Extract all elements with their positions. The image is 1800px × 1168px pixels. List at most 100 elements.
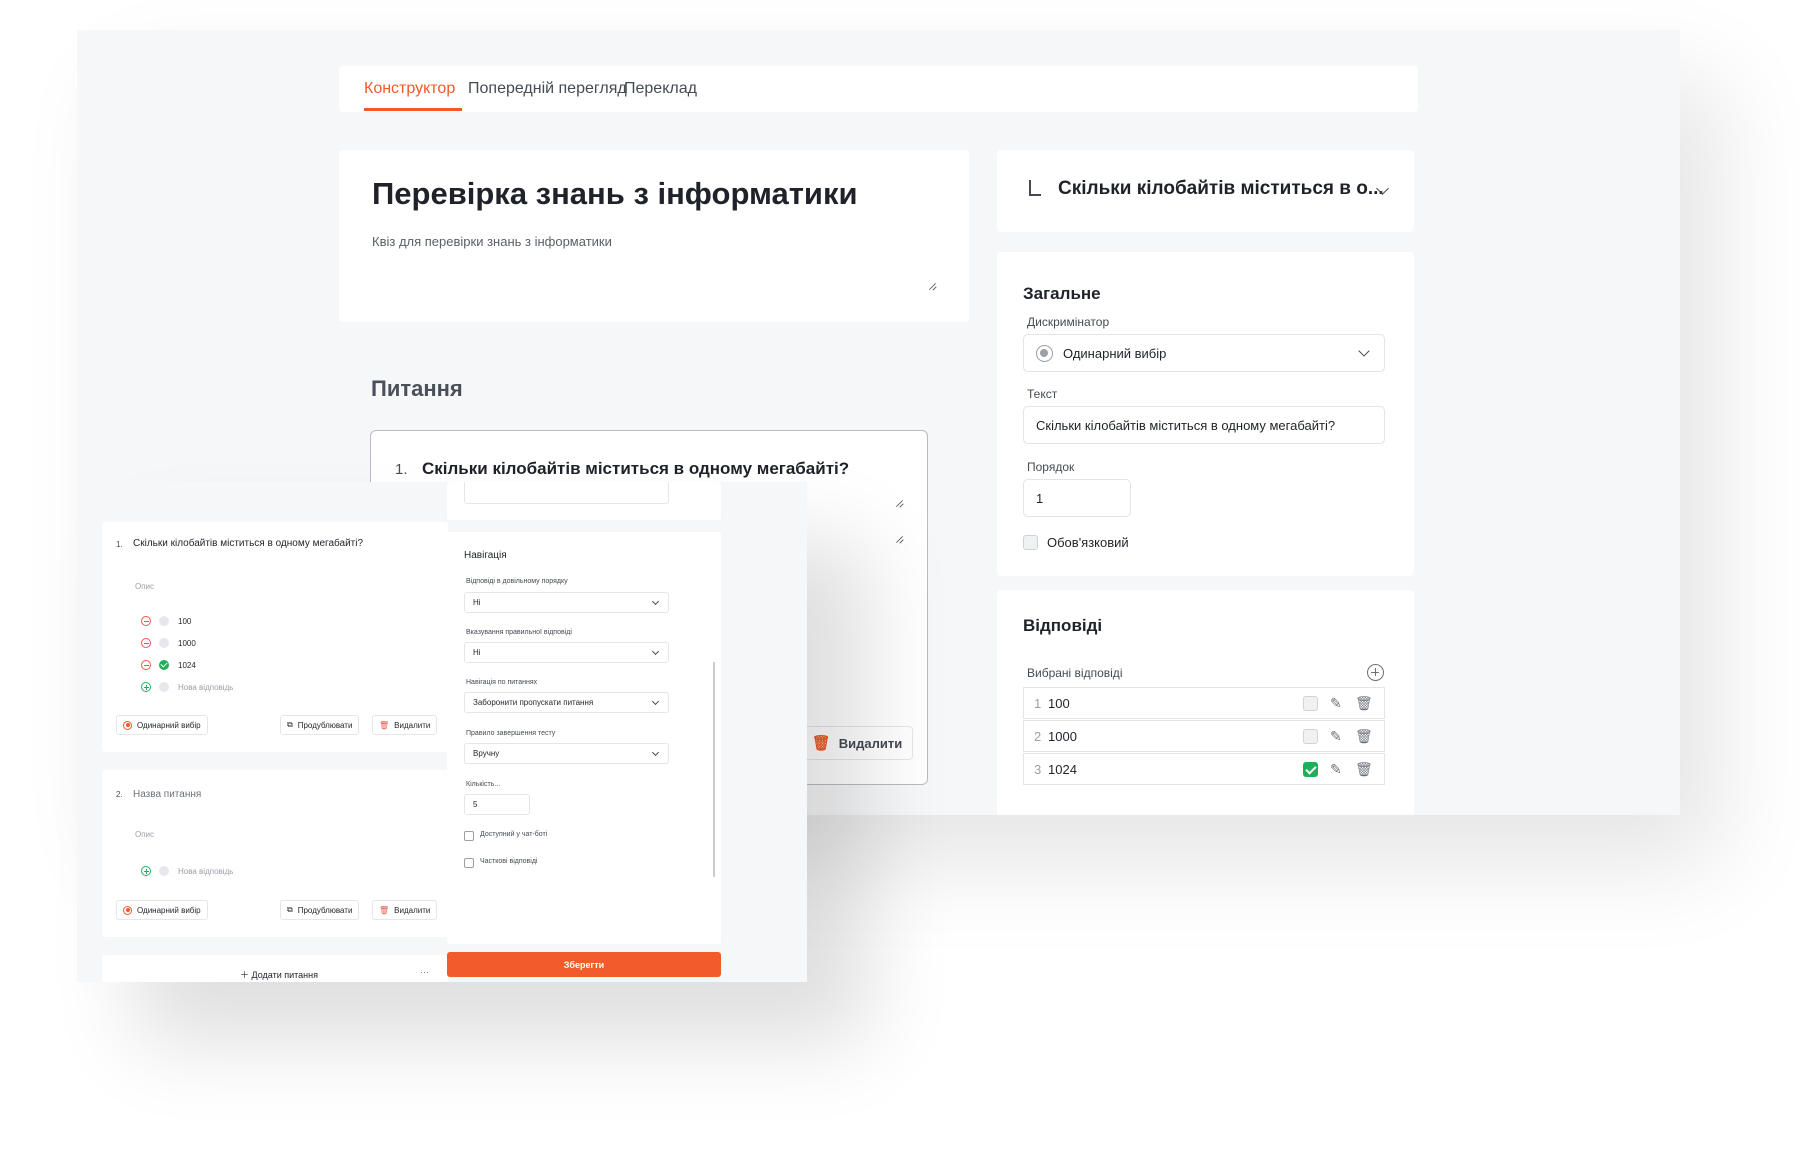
answer-value: 1000: [1048, 729, 1077, 744]
delete-label: Видалити: [838, 735, 903, 751]
finish-rule-select[interactable]: Вручну: [464, 743, 669, 764]
answers-card: Відповіді Вибрані відповіді 1 100 ✎ 🗑 2 …: [997, 590, 1414, 815]
question-type-button[interactable]: Одинарний вибір: [116, 900, 208, 920]
answer-number: 1: [1034, 696, 1042, 711]
add-question-button[interactable]: ＋ Додати питання: [240, 968, 318, 981]
correct-checkbox[interactable]: [1303, 696, 1318, 711]
duplicate-label: Продублювати: [297, 720, 353, 730]
trash-icon[interactable]: 🗑: [1355, 729, 1373, 743]
trash-icon[interactable]: 🗑: [1355, 762, 1373, 776]
random-order-select[interactable]: Ні: [464, 592, 669, 613]
remove-answer-icon[interactable]: [141, 638, 151, 648]
resize-handle-icon[interactable]: [927, 282, 937, 292]
delete-button[interactable]: 🗑 Видалити: [372, 900, 438, 920]
answer-value[interactable]: 100: [178, 617, 191, 626]
order-input[interactable]: 1: [1023, 479, 1131, 517]
question-text-input[interactable]: Скільки кілобайтів міститься в одному ме…: [1023, 406, 1385, 444]
chevron-down-icon: [1358, 345, 1370, 357]
correct-indicator[interactable]: [159, 638, 169, 648]
question-selector[interactable]: Скільки кілобайтів міститься в о...: [997, 150, 1414, 232]
new-answer-placeholder[interactable]: Нова відповідь: [178, 867, 233, 876]
text-area-remnant[interactable]: [464, 482, 669, 504]
navigation-card: Навігація Відповіді в довільному порядку…: [447, 532, 721, 944]
chevron-down-icon: [651, 748, 660, 757]
trash-icon: 🗑: [811, 735, 831, 752]
pencil-icon[interactable]: ✎: [1330, 696, 1342, 710]
chevron-down-icon: [651, 697, 660, 706]
resize-handle-icon[interactable]: [894, 499, 904, 509]
discriminator-label: Дискримінатор: [1027, 315, 1110, 329]
duplicate-button[interactable]: ⧉ Продублювати: [280, 715, 360, 735]
correct-indicator[interactable]: [159, 660, 169, 670]
delete-label: Видалити: [394, 905, 431, 915]
question-text[interactable]: Скільки кілобайтів міститься в одному ме…: [133, 538, 363, 549]
trash-icon: 🗑: [379, 905, 390, 915]
answer-number: 3: [1034, 762, 1042, 777]
answers-heading: Відповіді: [1023, 616, 1103, 635]
answer-row[interactable]: 1 100 ✎ 🗑: [1023, 687, 1385, 719]
answer-value[interactable]: 1024: [178, 661, 196, 670]
question-2-card[interactable]: 2. Назва питання Опис Нова відповідь Оди…: [102, 770, 448, 937]
remove-answer-icon[interactable]: [141, 616, 151, 626]
delete-question-button[interactable]: 🗑 Видалити: [801, 726, 913, 760]
remove-answer-icon[interactable]: [141, 660, 151, 670]
answer-value[interactable]: 1000: [178, 639, 196, 648]
question-type-label: Одинарний вибір: [137, 905, 201, 915]
general-heading: Загальне: [1023, 284, 1101, 303]
selected-question-title: Скільки кілобайтів міститься в о...: [1058, 178, 1384, 199]
partial-answers-checkbox[interactable]: [464, 858, 474, 868]
pencil-icon[interactable]: ✎: [1330, 729, 1342, 743]
duplicate-label: Продублювати: [297, 905, 353, 915]
question-1-card[interactable]: 1. Скільки кілобайтів міститься в одному…: [102, 522, 448, 752]
add-answer-icon[interactable]: [141, 682, 151, 692]
delete-button[interactable]: 🗑 Видалити: [372, 715, 438, 735]
new-answer-placeholder[interactable]: Нова відповідь: [178, 683, 233, 692]
add-answer-icon[interactable]: [1367, 664, 1384, 681]
show-correct-select[interactable]: Ні: [464, 642, 669, 663]
description-placeholder[interactable]: Опис: [135, 582, 154, 591]
field-label: Правило завершення тесту: [466, 730, 556, 737]
partial-answers-label: Часткові відповіді: [480, 858, 538, 865]
quiz-title[interactable]: Перевірка знань з інформатики: [372, 176, 858, 212]
quiz-description[interactable]: Квіз для перевірки знань з інформатики: [372, 234, 612, 249]
add-answer-icon[interactable]: [141, 866, 151, 876]
question-title-placeholder[interactable]: Назва питання: [133, 789, 201, 800]
chatbot-label: Доступний у чат-боті: [480, 831, 548, 838]
field-label: Навігація по питаннях: [466, 679, 538, 686]
trash-icon[interactable]: 🗑: [1355, 696, 1373, 710]
add-question-label: Додати питання: [251, 970, 318, 980]
answer-row[interactable]: 2 1000 ✎ 🗑: [1023, 720, 1385, 752]
tab-translation[interactable]: Переклад: [624, 80, 697, 98]
tab-constructor[interactable]: Конструктор: [364, 80, 455, 98]
correct-indicator[interactable]: [159, 616, 169, 626]
question-type-button[interactable]: Одинарний вибір: [116, 715, 208, 735]
discriminator-value: Одинарний вибір: [1063, 345, 1167, 361]
scrollbar[interactable]: [713, 662, 715, 877]
discriminator-select[interactable]: Одинарний вибір: [1023, 334, 1385, 372]
chatbot-checkbox[interactable]: [464, 831, 474, 841]
text-label: Текст: [1027, 387, 1058, 401]
questions-heading: Питання: [371, 376, 463, 401]
question-number: 1.: [395, 461, 408, 478]
save-button[interactable]: Зберегти: [447, 952, 721, 977]
active-tab-indicator: [364, 108, 462, 111]
question-navigation-select[interactable]: Заборонити пропускати питання: [464, 692, 669, 713]
answer-row[interactable]: 3 1024 ✎ 🗑: [1023, 753, 1385, 785]
correct-checkbox[interactable]: [1303, 762, 1318, 777]
description-placeholder[interactable]: Опис: [135, 830, 154, 839]
resize-handle-icon[interactable]: [894, 535, 904, 545]
chevron-down-icon: [651, 647, 660, 656]
add-question-bar[interactable]: ＋ Додати питання ···: [102, 955, 448, 982]
count-input[interactable]: 5: [464, 794, 530, 815]
field-label: Відповіді в довільному порядку: [466, 578, 568, 585]
more-icon[interactable]: ···: [420, 967, 429, 977]
duplicate-button[interactable]: ⧉ Продублювати: [280, 900, 360, 920]
question-text[interactable]: Скільки кілобайтів міститься в одному ме…: [422, 459, 849, 479]
order-label: Порядок: [1027, 460, 1075, 474]
quiz-info-card: Перевірка знань з інформатики Квіз для п…: [339, 150, 969, 322]
tab-preview[interactable]: Попередній перегляд: [468, 80, 627, 98]
pencil-icon[interactable]: ✎: [1330, 762, 1342, 776]
required-checkbox[interactable]: [1023, 535, 1038, 550]
correct-checkbox[interactable]: [1303, 729, 1318, 744]
copy-icon: ⧉: [287, 720, 293, 729]
